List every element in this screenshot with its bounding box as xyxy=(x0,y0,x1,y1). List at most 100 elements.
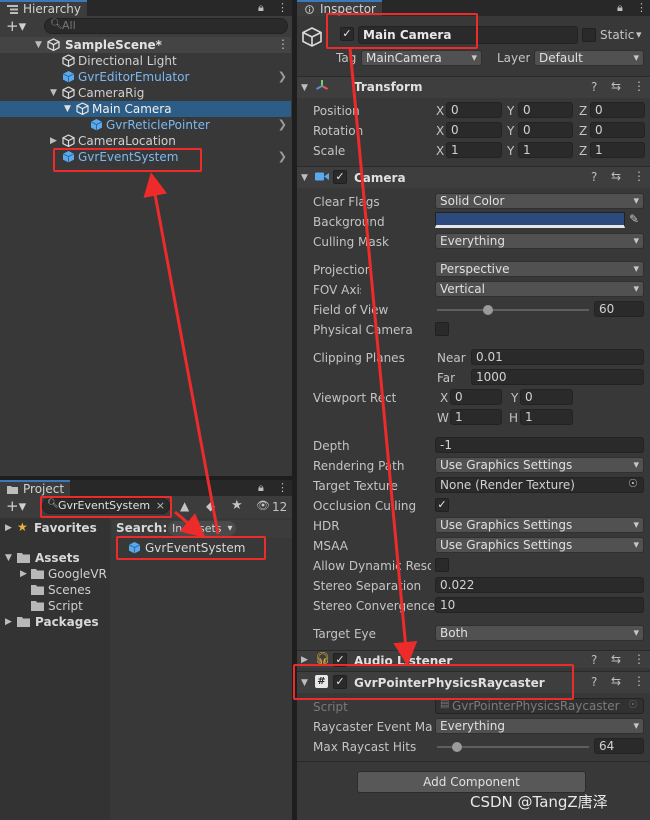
tab-hierarchy[interactable]: Hierarchy xyxy=(0,0,88,16)
scale-x-field[interactable]: 1 xyxy=(446,142,502,158)
culling-mask-dropdown[interactable]: Everything xyxy=(435,233,644,249)
clear-flags-dropdown[interactable]: Solid Color xyxy=(435,193,644,209)
fov-axis-dropdown[interactable]: Vertical xyxy=(435,281,644,297)
collapse-arrow-icon[interactable]: ▶ xyxy=(5,617,12,627)
search-by-type-icon[interactable]: ▲ xyxy=(180,499,189,513)
help-icon[interactable]: ? xyxy=(591,80,597,94)
component-menu-icon[interactable]: ⋮ xyxy=(633,652,645,666)
hierarchy-item-camera-location[interactable]: ▶ CameraLocation xyxy=(0,133,291,149)
raycaster-event-mask-dropdown[interactable]: Everything xyxy=(435,718,644,734)
collapse-arrow-icon[interactable]: ▶ xyxy=(5,523,12,533)
collapse-arrow-icon[interactable]: ▶ xyxy=(50,136,57,146)
near-field[interactable]: 0.01 xyxy=(471,349,644,365)
scale-y-field[interactable]: 1 xyxy=(518,142,573,158)
rotation-y-field[interactable]: 0 xyxy=(518,122,573,138)
preset-icon[interactable]: ⇆ xyxy=(611,674,621,688)
hierarchy-item-directional-light[interactable]: Directional Light xyxy=(0,53,291,69)
rotation-x-field[interactable]: 0 xyxy=(446,122,502,138)
hierarchy-item-main-camera[interactable]: ▼ Main Camera xyxy=(0,101,291,117)
expand-arrow-icon[interactable]: ▼ xyxy=(64,104,71,114)
component-menu-icon[interactable]: ⋮ xyxy=(633,79,645,93)
hdr-dropdown[interactable]: Use Graphics Settings xyxy=(435,517,644,533)
msaa-dropdown[interactable]: Use Graphics Settings xyxy=(435,537,644,553)
search-scope-dropdown[interactable]: In Assets ▾ xyxy=(168,521,236,536)
preset-icon[interactable]: ⇆ xyxy=(611,79,621,93)
viewport-y-field[interactable]: 0 xyxy=(520,389,573,405)
fov-slider-handle[interactable] xyxy=(483,305,493,315)
viewport-w-field[interactable]: 1 xyxy=(450,409,502,425)
far-field[interactable]: 1000 xyxy=(471,369,644,385)
inspector-lock-icon[interactable]: 🔒︎ xyxy=(617,1,623,15)
hierarchy-search-field[interactable]: 🔍︎ All xyxy=(44,18,288,34)
favorites-row[interactable]: ▶ ★ Favorites xyxy=(0,520,110,536)
physical-camera-checkbox[interactable] xyxy=(435,322,449,336)
help-icon[interactable]: ? xyxy=(591,170,597,184)
scenes-row[interactable]: Scenes xyxy=(0,582,110,598)
help-icon[interactable]: ? xyxy=(591,675,597,689)
expand-arrow-icon[interactable]: ▼ xyxy=(301,173,308,183)
hierarchy-item-camera-rig[interactable]: ▼ CameraRig xyxy=(0,85,291,101)
chevron-right-icon[interactable]: ❯ xyxy=(278,150,287,163)
expand-arrow-icon[interactable]: ▼ xyxy=(301,83,308,93)
collapse-arrow-icon[interactable]: ▶ xyxy=(20,569,27,579)
projection-dropdown[interactable]: Perspective xyxy=(435,261,644,277)
max-raycast-hits-field[interactable]: 64 xyxy=(594,738,644,754)
position-x-field[interactable]: 0 xyxy=(446,102,502,118)
project-menu-icon[interactable]: ⋮ xyxy=(277,481,288,494)
add-component-button[interactable]: Add Component xyxy=(357,771,586,793)
search-by-label-icon[interactable]: ◆ xyxy=(206,499,215,513)
position-y-field[interactable]: 0 xyxy=(518,102,573,118)
viewport-h-field[interactable]: 1 xyxy=(520,409,573,425)
background-color-swatch[interactable] xyxy=(435,212,625,228)
expand-arrow-icon[interactable]: ▼ xyxy=(35,40,42,50)
max-hits-slider-handle[interactable] xyxy=(452,742,462,752)
inspector-menu-icon[interactable]: ⋮ xyxy=(636,1,647,14)
target-eye-dropdown[interactable]: Both xyxy=(435,625,644,641)
expand-arrow-icon[interactable]: ▼ xyxy=(50,88,57,98)
project-lock-icon[interactable]: 🔒︎ xyxy=(258,481,264,495)
preset-icon[interactable]: ⇆ xyxy=(611,169,621,183)
component-menu-icon[interactable]: ⋮ xyxy=(633,674,645,688)
scene-menu-icon[interactable]: ⋮ xyxy=(277,37,289,51)
hidden-packages-icon[interactable]: 👁︎ xyxy=(256,499,270,512)
expand-arrow-icon[interactable]: ▼ xyxy=(5,553,12,563)
chevron-right-icon[interactable]: ❯ xyxy=(278,118,287,131)
hierarchy-lock-icon[interactable]: 🔒︎ xyxy=(258,1,264,15)
eyedropper-icon[interactable]: ✎ xyxy=(629,212,639,226)
googlevr-row[interactable]: ▶ GoogleVR xyxy=(0,566,110,582)
object-picker-icon[interactable]: ☉ xyxy=(628,477,638,490)
script-row[interactable]: Script xyxy=(0,598,110,614)
assets-row[interactable]: ▼ Assets xyxy=(0,550,110,566)
stereo-convergence-field[interactable]: 10 xyxy=(435,597,644,613)
preset-icon[interactable]: ⇆ xyxy=(611,652,621,666)
hierarchy-add-button[interactable]: +▾ xyxy=(6,17,26,35)
scale-z-field[interactable]: 1 xyxy=(590,142,645,158)
camera-enabled-checkbox[interactable]: ✓ xyxy=(333,170,347,184)
tab-project[interactable]: Project xyxy=(0,480,71,496)
allow-dynamic-resolution-checkbox[interactable] xyxy=(435,558,449,572)
fov-slider-track[interactable] xyxy=(437,309,589,311)
rendering-path-dropdown[interactable]: Use Graphics Settings xyxy=(435,457,644,473)
static-checkbox[interactable] xyxy=(582,28,596,42)
help-icon[interactable]: ? xyxy=(591,653,597,667)
chevron-right-icon[interactable]: ❯ xyxy=(278,70,287,83)
hierarchy-item-gvr-editor-emulator[interactable]: GvrEditorEmulator ❯ xyxy=(0,69,291,85)
hierarchy-item-gvr-reticle-pointer[interactable]: GvrReticlePointer ❯ xyxy=(0,117,291,133)
layer-dropdown[interactable]: Default xyxy=(534,50,644,66)
depth-field[interactable]: -1 xyxy=(435,437,644,453)
project-add-button[interactable]: +▾ xyxy=(6,497,26,515)
fov-field[interactable]: 60 xyxy=(594,301,644,317)
hierarchy-menu-icon[interactable]: ⋮ xyxy=(277,1,288,14)
hierarchy-scene-row[interactable]: ▼ SampleScene* ⋮ xyxy=(0,37,291,53)
favorite-star-icon[interactable]: ★ xyxy=(231,498,243,513)
occlusion-culling-checkbox[interactable]: ✓ xyxy=(435,498,449,512)
packages-row[interactable]: ▶ Packages xyxy=(0,614,110,630)
static-dropdown-icon[interactable]: ▾ xyxy=(636,28,642,41)
viewport-x-field[interactable]: 0 xyxy=(450,389,502,405)
tag-dropdown[interactable]: MainCamera xyxy=(361,50,482,66)
rotation-z-field[interactable]: 0 xyxy=(590,122,645,138)
component-menu-icon[interactable]: ⋮ xyxy=(633,169,645,183)
target-texture-field[interactable]: None (Render Texture) xyxy=(435,477,644,493)
position-z-field[interactable]: 0 xyxy=(590,102,645,118)
stereo-separation-field[interactable]: 0.022 xyxy=(435,577,644,593)
